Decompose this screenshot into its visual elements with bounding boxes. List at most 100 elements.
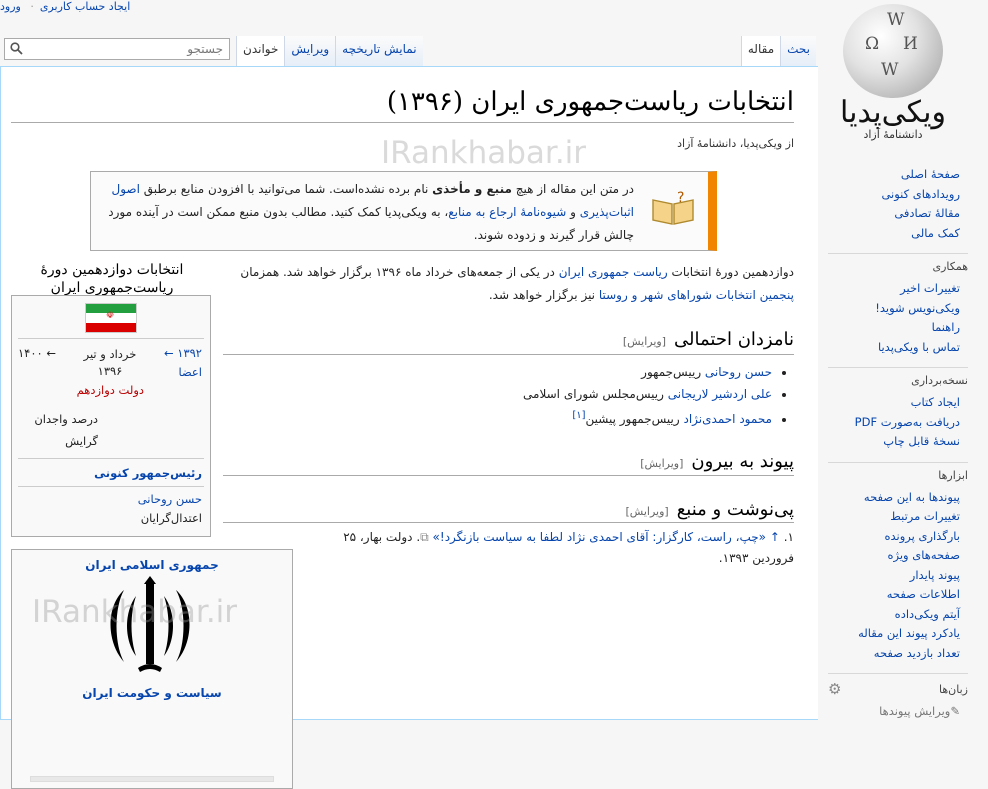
wikipedia-logo[interactable]: W Ω И W ویکی‌پدیا دانشنامهٔ آزاد [828, 4, 958, 144]
portal-heading-interaction[interactable]: همکاری [828, 253, 968, 273]
sidebar-item-special-pages[interactable]: صفحه‌های ویژه [828, 546, 960, 566]
sidebar-item-main-page[interactable]: صفحهٔ اصلی [828, 165, 960, 185]
separator: · [30, 0, 34, 13]
infobox-divider [18, 486, 204, 487]
lede-text: نیز برگزار خواهد شد. [488, 288, 599, 302]
iran-flag-icon [85, 303, 137, 333]
edit-links-link[interactable]: ✎ویرایش پیوندها [828, 704, 968, 718]
candidate-link[interactable]: محمود احمدی‌نژاد [684, 412, 773, 426]
notice-bold: منبع و مأخذی [432, 182, 512, 196]
notice-text-part: در متن این مقاله از هیچ [511, 182, 634, 196]
government-link[interactable]: دولت دوازدهم [77, 383, 144, 397]
languages-portal: زبان‌ها ⚙ ✎ویرایش پیوندها [828, 673, 968, 718]
unreferenced-notice: ? در متن این مقاله از هیچ منبع و مأخذی ن… [90, 171, 717, 251]
candidate-link[interactable]: حسن روحانی [705, 365, 772, 379]
tab-edit[interactable]: ویرایش [284, 36, 336, 66]
content-area: انتخابات ریاست‌جمهوری ایران (۱۳۹۶) از وی… [0, 66, 818, 789]
sidebar: صفحهٔ اصلی رویدادهای کنونی مقالهٔ تصادفی… [818, 165, 988, 718]
svg-text:?: ? [677, 190, 684, 206]
languages-heading: زبان‌ها [939, 682, 968, 696]
council-elections-link[interactable]: پنجمین انتخابات شوراهای شهر و روستا [599, 288, 794, 302]
print-portal: نسخه‌برداری ایجاد کتاب دریافت به‌صورت PD… [828, 367, 968, 452]
sidebar-item-printable[interactable]: نسخهٔ قابل چاپ [828, 432, 960, 452]
section-edit-link[interactable]: [ویرایش] [640, 457, 683, 470]
page-title: انتخابات ریاست‌جمهوری ایران (۱۳۹۶) [386, 87, 794, 117]
citing-sources-link[interactable]: شیوه‌نامهٔ ارجاع به منابع [448, 205, 566, 219]
navbox-title[interactable]: جمهوری اسلامی ایران [12, 558, 292, 572]
heading-rule [11, 122, 794, 123]
sidebar-item-cite-page[interactable]: یادکرد پیوند این مقاله [828, 624, 960, 644]
notice-text-part: و [566, 205, 580, 219]
navbox-footer-link[interactable]: سیاست و حکومت ایران [12, 686, 292, 700]
lead-paragraph: دوازدهمین دورهٔ انتخابات ریاست جمهوری ای… [234, 261, 794, 307]
tab-talk[interactable]: بحث [780, 36, 816, 66]
sidebar-item-page-views[interactable]: تعداد بازدید صفحه [828, 644, 960, 664]
candidate-link[interactable]: علی اردشیر لاریجانی [668, 387, 772, 401]
next-election: ← ۱۴۰۰ [18, 346, 57, 360]
infobox-divider [18, 338, 204, 339]
sidebar-item-random-article[interactable]: مقالهٔ تصادفی [828, 204, 960, 224]
edit-links-label: ویرایش پیوندها [879, 704, 951, 718]
candidate-role: رییس‌مجلس شورای اسلامی [523, 387, 668, 401]
previous-election-link[interactable]: ۱۳۹۲ ← [164, 346, 202, 360]
sidebar-item-wikidata-item[interactable]: آیتم ویکی‌داده [828, 605, 960, 625]
search-input[interactable] [35, 41, 225, 57]
infobox: ۱۳۹۲ ← خرداد و تیر ۱۳۹۶ ← ۱۴۰۰ اعضا دولت… [11, 295, 211, 537]
sidebar-item-permanent-link[interactable]: پیوند پایدار [828, 566, 960, 586]
sidebar-item-page-info[interactable]: اطلاعات صفحه [828, 585, 960, 605]
infobox-divider [18, 458, 204, 459]
sidebar-item-create-book[interactable]: ایجاد کتاب [828, 393, 960, 413]
notice-text: در متن این مقاله از هیچ منبع و مأخذی نام… [104, 178, 634, 247]
reference-item: ۱. ↑ «چپ، راست، کارگزار: آقای احمدی نژاد… [324, 527, 794, 569]
navbox-divider [30, 776, 274, 782]
members-link[interactable]: اعضا [178, 365, 202, 379]
pencil-icon: ✎ [950, 704, 960, 718]
personal-tools: ایجاد حساب کاربری · ورود [0, 0, 136, 13]
login-link[interactable]: ورود [0, 0, 21, 13]
sidebar-item-contact[interactable]: تماس با ویکی‌پدیا [828, 338, 960, 358]
section-edit-link[interactable]: [ویرایش] [626, 505, 669, 518]
search-icon[interactable] [10, 42, 23, 55]
incumbent-name-link[interactable]: حسن روحانی [138, 492, 202, 506]
sidebar-item-what-links-here[interactable]: پیوندها به این صفحه [828, 488, 960, 508]
incumbent-heading: رئیس‌جمهور کنونی [94, 466, 202, 480]
presidency-link[interactable]: ریاست جمهوری ایران [559, 265, 668, 279]
incumbent-heading-label[interactable]: رئیس‌جمهور کنونی [94, 466, 202, 480]
sidebar-item-upload-file[interactable]: بارگذاری پرونده [828, 527, 960, 547]
sidebar-item-become-editor[interactable]: ویکی‌نویس شوید! [828, 299, 960, 319]
tab-history[interactable]: نمایش تاریخچه [335, 36, 423, 66]
tendency-label: گرایش [65, 434, 98, 448]
tab-article[interactable]: مقاله [740, 36, 781, 66]
sidebar-item-related-changes[interactable]: تغییرات مرتبط [828, 507, 960, 527]
sidebar-item-download-pdf[interactable]: دریافت به‌صورت PDF [828, 413, 960, 433]
sidebar-item-help[interactable]: راهنما [828, 318, 960, 338]
section-heading-external: پیوند به بیرون [ویرایش] [640, 451, 794, 472]
section-title: نامزدان احتمالی [674, 329, 794, 350]
sidebar-item-current-events[interactable]: رویدادهای کنونی [828, 185, 960, 205]
section-title: پیوند به بیرون [691, 451, 794, 472]
watermark-text: IRankhabar.ir [32, 594, 238, 630]
portal-heading-languages: زبان‌ها ⚙ [828, 673, 968, 698]
section-edit-link[interactable]: [ویرایش] [623, 335, 666, 348]
view-tabs: خواندن ویرایش نمایش تاریخچه [236, 36, 423, 66]
navigation-portal: صفحهٔ اصلی رویدادهای کنونی مقالهٔ تصادفی… [828, 165, 968, 243]
interaction-portal: همکاری تغییرات اخیر ویکی‌نویس شوید! راهن… [828, 253, 968, 357]
footnote-link[interactable]: [۱] [572, 410, 585, 421]
portal-heading-tools[interactable]: ابزارها [828, 461, 968, 482]
section-heading-references: پی‌نوشت و منبع [ویرایش] [626, 499, 794, 520]
portal-heading-print[interactable]: نسخه‌برداری [828, 367, 968, 387]
reference-link[interactable]: «چپ، راست، کارگزار: آقای احمدی نژاد لطفا… [433, 530, 766, 544]
backlink-arrow-icon[interactable]: ↑ [770, 530, 780, 544]
sidebar-item-recent-changes[interactable]: تغییرات اخیر [828, 279, 960, 299]
gear-icon[interactable]: ⚙ [828, 680, 841, 698]
lede-text: در یکی از جمعه‌های خرداد ماه ۱۳۹۶ برگزار… [240, 265, 559, 279]
infobox-title: انتخابات دوازدهمین دورهٔ ریاست‌جمهوری ای… [40, 262, 184, 296]
create-account-link[interactable]: ایجاد حساب کاربری [40, 0, 130, 13]
tab-read[interactable]: خواندن [236, 36, 285, 66]
list-item: حسن روحانی رییس‌جمهور [374, 361, 772, 383]
notice-text-part: نام برده نشده‌است. شما می‌توانید با افزو… [139, 182, 433, 196]
turnout-label: درصد واجدان [34, 412, 98, 426]
candidate-role: رییس‌جمهور پیشین [585, 412, 684, 426]
puzzle-globe-icon: W Ω И W [843, 4, 943, 98]
sidebar-item-donate[interactable]: کمک مالی [828, 224, 960, 244]
